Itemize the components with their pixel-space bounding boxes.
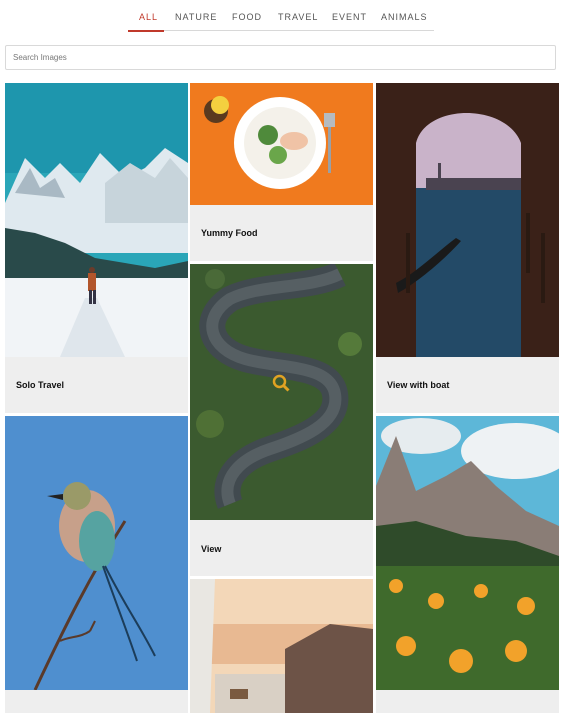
gallery-card-solo-travel[interactable]: Solo Travel <box>5 83 188 413</box>
tab-event[interactable]: EVENT <box>332 12 367 22</box>
active-tab-indicator <box>128 30 164 32</box>
snow-mountain-image <box>5 83 188 357</box>
tab-food[interactable]: FOOD <box>232 12 262 22</box>
river-aerial-image <box>190 264 373 520</box>
card-caption: View with boat <box>387 380 450 390</box>
food-plate-image <box>190 83 373 205</box>
tab-animals[interactable]: ANIMALS <box>381 12 428 22</box>
filter-tabs: ALL NATURE FOOD TRAVEL EVENT ANIMALS <box>0 0 564 32</box>
card-caption: View <box>201 544 222 554</box>
gallery-card-coastal[interactable] <box>190 579 373 713</box>
tab-travel[interactable]: TRAVEL <box>278 12 318 22</box>
mountain-flowers-image <box>376 416 559 690</box>
search-icon[interactable] <box>272 374 290 392</box>
card-caption: Yummy Food <box>201 228 258 238</box>
gallery-card-bird[interactable] <box>5 416 188 713</box>
gallery-card-yummy-food[interactable]: Yummy Food <box>190 83 373 261</box>
gallery-card-view[interactable]: View <box>190 264 373 576</box>
tab-nature[interactable]: NATURE <box>175 12 217 22</box>
bird-image <box>5 416 188 690</box>
coastal-village-image <box>190 579 373 713</box>
search-box <box>5 45 556 70</box>
card-caption: Solo Travel <box>16 380 65 390</box>
search-input[interactable] <box>6 46 555 69</box>
tabs-divider <box>130 30 434 31</box>
gallery-card-mountain-flowers[interactable] <box>376 416 559 713</box>
venice-boat-image <box>376 83 559 357</box>
gallery-card-view-with-boat[interactable]: View with boat <box>376 83 559 413</box>
tab-all[interactable]: ALL <box>139 12 158 22</box>
